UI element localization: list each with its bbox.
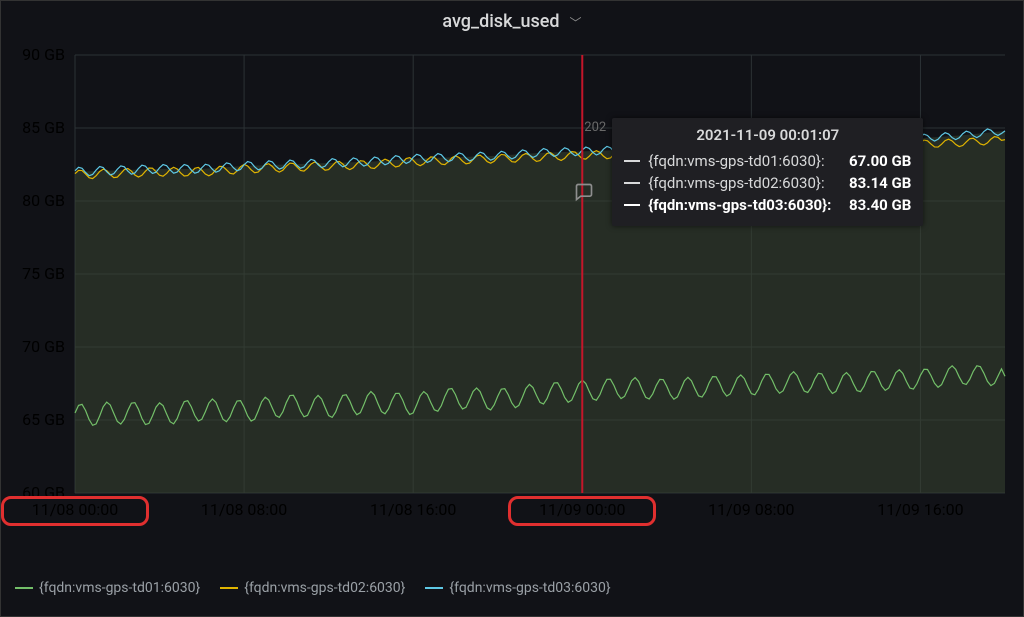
tooltip-series-value: 83.14 GB — [839, 174, 911, 192]
legend-swatch — [624, 204, 640, 206]
y-tick-label: 90 GB — [22, 49, 65, 64]
chevron-down-icon: ﹀ — [570, 16, 582, 30]
x-tick-label: 11/09 16:00 — [877, 500, 963, 519]
y-tick-label: 65 GB — [22, 410, 65, 429]
crosshair-time-badge: 202 — [584, 120, 608, 135]
tooltip-series-label: {fqdn:vms-gps-td03:6030}: — [648, 196, 831, 214]
tooltip-series-value: 83.40 GB — [839, 196, 911, 214]
tooltip-row: {fqdn:vms-gps-td03:6030}: 83.40 GB — [624, 194, 911, 216]
x-axis-ticks: 11/08 00:00 11/08 08:00 11/08 16:00 11/09 0… — [32, 500, 964, 519]
tooltip-row: {fqdn:vms-gps-td01:6030}: 67.00 GB — [624, 150, 911, 172]
legend-label: {fqdn:vms-gps-td01:6030} — [39, 580, 200, 596]
legend-swatch — [624, 160, 640, 162]
comment-icon[interactable] — [574, 182, 594, 206]
y-axis-ticks: 60 GB65 GB70 GB75 GB80 GB85 GB90 GB — [22, 49, 65, 502]
hover-tooltip: 202 2021-11-09 00:01:07 {fqdn:vms-gps-td… — [612, 118, 923, 226]
legend-swatch — [220, 587, 238, 589]
legend-swatch — [425, 587, 443, 589]
panel-title-row[interactable]: avg_disk_used ﹀ — [1, 1, 1023, 38]
chart-area[interactable]: 60 GB65 GB70 GB75 GB80 GB85 GB90 GB 11/0… — [15, 49, 1011, 529]
x-tick-label: 11/09 00:00 — [539, 500, 625, 519]
y-tick-label: 80 GB — [22, 191, 65, 210]
y-tick-label: 85 GB — [22, 118, 65, 137]
legend-item[interactable]: {fqdn:vms-gps-td03:6030} — [425, 580, 610, 596]
x-tick-label: 11/08 16:00 — [370, 500, 456, 519]
y-tick-label: 75 GB — [22, 264, 65, 283]
legend-item[interactable]: {fqdn:vms-gps-td02:6030} — [220, 580, 405, 596]
tooltip-series-value: 67.00 GB — [839, 152, 911, 170]
x-tick-label: 11/08 00:00 — [32, 500, 118, 519]
x-tick-label: 11/09 08:00 — [708, 500, 794, 519]
legend-swatch — [624, 182, 640, 184]
tooltip-series-label: {fqdn:vms-gps-td01:6030}: — [648, 152, 831, 170]
tooltip-rows: {fqdn:vms-gps-td01:6030}:67.00 GB{fqdn:v… — [624, 150, 911, 216]
legend-item[interactable]: {fqdn:vms-gps-td01:6030} — [15, 580, 200, 596]
y-tick-label: 70 GB — [22, 337, 65, 356]
legend-label: {fqdn:vms-gps-td02:6030} — [244, 580, 405, 596]
legend-label: {fqdn:vms-gps-td03:6030} — [449, 580, 610, 596]
tooltip-timestamp: 2021-11-09 00:01:07 — [624, 126, 911, 150]
chart-panel: avg_disk_used ﹀ 60 GB65 GB70 GB75 GB80 G… — [0, 0, 1024, 617]
legend-swatch — [15, 587, 33, 589]
x-tick-label: 11/08 08:00 — [201, 500, 287, 519]
chart-legend: {fqdn:vms-gps-td01:6030} {fqdn:vms-gps-td… — [15, 580, 611, 596]
tooltip-series-label: {fqdn:vms-gps-td02:6030}: — [648, 174, 831, 192]
tooltip-row: {fqdn:vms-gps-td02:6030}: 83.14 GB — [624, 172, 911, 194]
panel-title: avg_disk_used — [442, 11, 559, 32]
